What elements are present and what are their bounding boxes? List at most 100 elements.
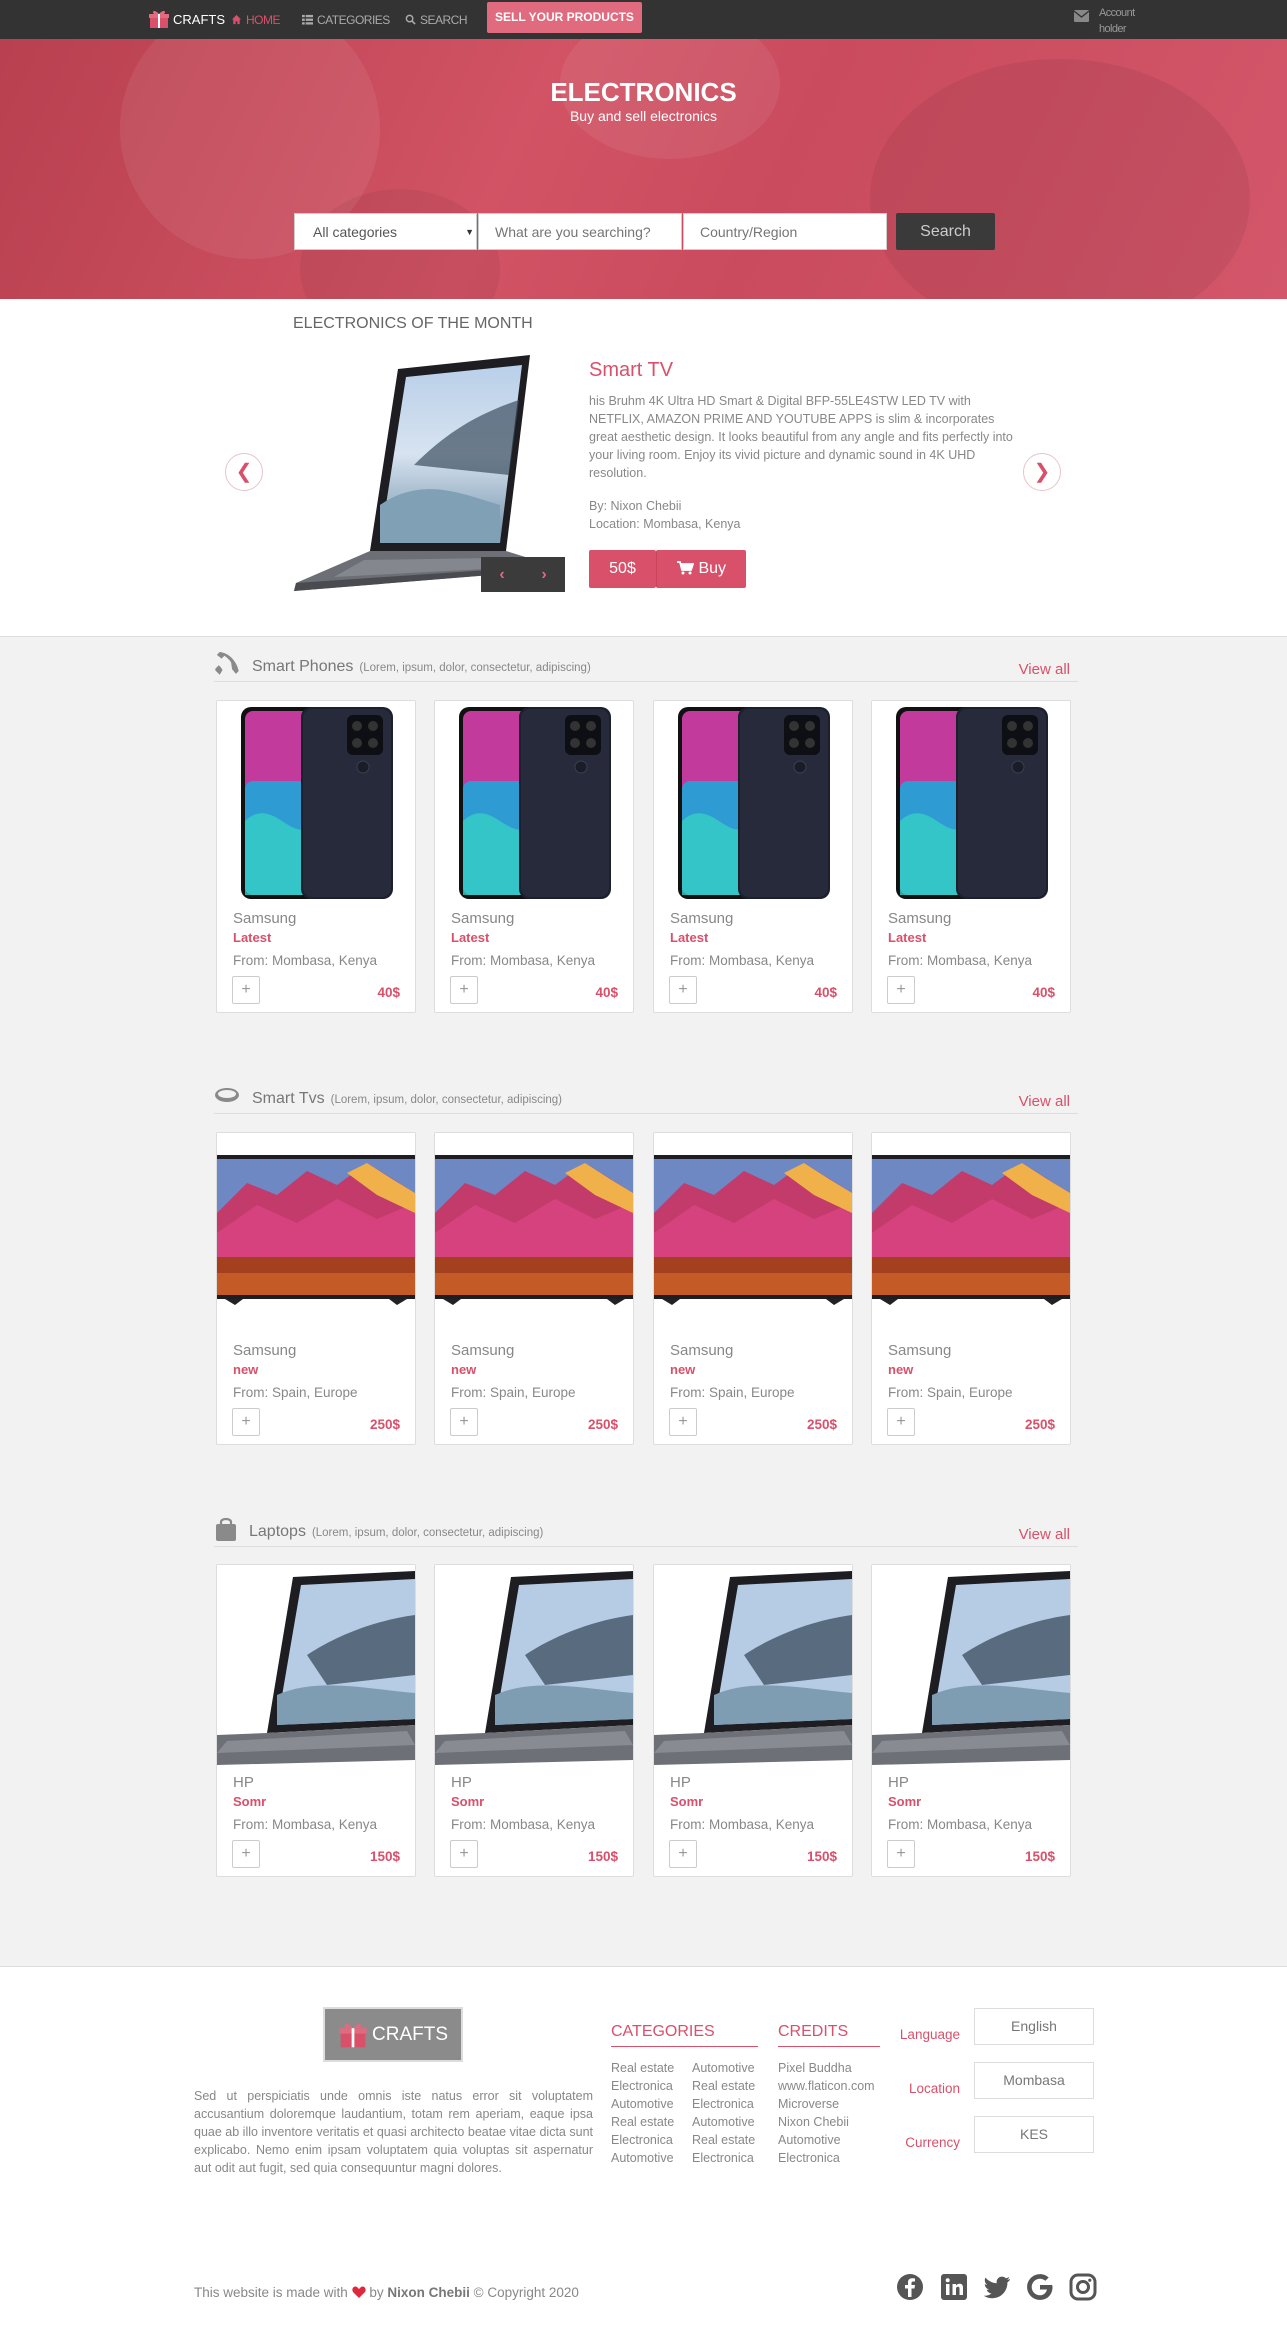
product-brand: HP bbox=[233, 1774, 254, 1791]
product-image bbox=[459, 707, 611, 899]
heart-icon bbox=[351, 2286, 366, 2298]
google-icon[interactable] bbox=[1025, 2272, 1055, 2302]
author-name[interactable]: Nixon Chebii bbox=[387, 2285, 470, 2300]
search-button[interactable]: Search bbox=[896, 213, 995, 250]
add-to-cart-button[interactable]: + bbox=[232, 1840, 260, 1868]
location-select[interactable]: Mombasa bbox=[974, 2062, 1094, 2099]
footer-credits-title: CREDITS bbox=[778, 2023, 880, 2047]
footer-link[interactable]: Pixel Buddha bbox=[778, 2059, 875, 2077]
footer-link[interactable]: Automotive bbox=[778, 2131, 875, 2149]
footer-link[interactable]: Nixon Chebii bbox=[778, 2113, 875, 2131]
carousel-next-button[interactable]: ❯ bbox=[1023, 453, 1061, 491]
add-to-cart-button[interactable]: + bbox=[450, 1408, 478, 1436]
linkedin-icon[interactable] bbox=[939, 2272, 969, 2302]
chevron-left-icon[interactable]: ‹ bbox=[499, 566, 504, 584]
gift-icon bbox=[149, 10, 169, 28]
product-card[interactable]: Samsung new From: Spain, Europe +250$ bbox=[434, 1132, 634, 1445]
product-card[interactable]: Samsung new From: Spain, Europe +250$ bbox=[216, 1132, 416, 1445]
footer-categories-title: CATEGORIES bbox=[611, 2023, 758, 2047]
add-to-cart-button[interactable]: + bbox=[669, 1408, 697, 1436]
footer-categories-list-2: Automotive Real estate Electronica Autom… bbox=[692, 2059, 755, 2167]
featured-description: his Bruhm 4K Ultra HD Smart & Digital BF… bbox=[589, 394, 1013, 480]
account-menu[interactable]: Account holder bbox=[1074, 6, 1135, 38]
product-price: 150$ bbox=[1024, 1849, 1055, 1864]
footer-link[interactable]: Real estate bbox=[611, 2059, 674, 2077]
view-all-link[interactable]: View all bbox=[1019, 1526, 1070, 1543]
phone-icon bbox=[215, 652, 239, 675]
copyright-suffix: © Copyright 2020 bbox=[473, 2285, 579, 2300]
account-line-2: holder bbox=[1099, 22, 1127, 35]
region-input[interactable] bbox=[683, 213, 887, 250]
product-price: 150$ bbox=[369, 1849, 400, 1864]
product-card[interactable]: Samsung Latest From: Mombasa, Kenya +40$ bbox=[653, 700, 853, 1013]
carousel-prev-button[interactable]: ❮ bbox=[225, 453, 263, 491]
add-to-cart-button[interactable]: + bbox=[669, 976, 697, 1004]
add-to-cart-button[interactable]: + bbox=[887, 1408, 915, 1436]
add-to-cart-button[interactable]: + bbox=[887, 1840, 915, 1868]
instagram-icon[interactable] bbox=[1068, 2272, 1098, 2302]
footer-link[interactable]: Automotive bbox=[611, 2095, 674, 2113]
category-select[interactable]: All categories ▼ bbox=[294, 213, 477, 250]
currency-label: Currency bbox=[905, 2135, 960, 2150]
footer-link[interactable]: Electronica bbox=[611, 2077, 674, 2095]
product-card[interactable]: Samsung new From: Spain, Europe +250$ bbox=[871, 1132, 1071, 1445]
image-slider-controls[interactable]: ‹ › bbox=[481, 557, 565, 592]
add-to-cart-button[interactable]: + bbox=[232, 976, 260, 1004]
footer-link[interactable]: Electronica bbox=[692, 2149, 755, 2167]
nav-home[interactable]: HOME bbox=[231, 0, 281, 39]
tv-icon bbox=[215, 1088, 239, 1102]
product-price: 150$ bbox=[806, 1849, 837, 1864]
view-all-link[interactable]: View all bbox=[1019, 1093, 1070, 1110]
footer-brand-name: CRAFTS bbox=[372, 2023, 448, 2045]
footer-link[interactable]: Real estate bbox=[692, 2131, 755, 2149]
product-price: 250$ bbox=[369, 1417, 400, 1432]
chevron-right-icon[interactable]: › bbox=[541, 566, 546, 584]
buy-button[interactable]: Buy bbox=[656, 550, 746, 588]
featured-price-button[interactable]: 50$ bbox=[589, 550, 656, 588]
add-to-cart-button[interactable]: + bbox=[450, 976, 478, 1004]
footer-link[interactable]: Automotive bbox=[611, 2149, 674, 2167]
product-tag: Latest bbox=[670, 930, 709, 945]
footer-logo[interactable]: CRAFTS bbox=[323, 2007, 463, 2062]
twitter-icon[interactable] bbox=[982, 2272, 1012, 2302]
footer-link[interactable]: Electronica bbox=[611, 2131, 674, 2149]
product-card[interactable]: HP Somr From: Mombasa, Kenya +150$ bbox=[871, 1564, 1071, 1877]
product-card[interactable]: Samsung Latest From: Mombasa, Kenya +40$ bbox=[871, 700, 1071, 1013]
product-brand: Samsung bbox=[888, 910, 952, 927]
footer-link[interactable]: Real estate bbox=[611, 2113, 674, 2131]
add-to-cart-button[interactable]: + bbox=[450, 1840, 478, 1868]
search-input[interactable] bbox=[478, 213, 682, 250]
add-to-cart-button[interactable]: + bbox=[887, 976, 915, 1004]
add-to-cart-button[interactable]: + bbox=[669, 1840, 697, 1868]
brand-logo[interactable]: CRAFTS bbox=[148, 6, 225, 32]
footer-credits-list: Pixel Buddha www.flaticon.com Microverse… bbox=[778, 2059, 875, 2167]
top-navbar: CRAFTS HOME CATEGORIES SEARCH SELL YOUR … bbox=[0, 0, 1287, 39]
product-card[interactable]: Samsung Latest From: Mombasa, Kenya +40$ bbox=[434, 700, 634, 1013]
language-select[interactable]: English bbox=[974, 2008, 1094, 2045]
nav-categories[interactable]: CATEGORIES bbox=[302, 0, 390, 39]
product-card[interactable]: HP Somr From: Mombasa, Kenya +150$ bbox=[434, 1564, 634, 1877]
footer-categories-list-1: Real estate Electronica Automotive Real … bbox=[611, 2059, 674, 2167]
page-subtitle: Buy and sell electronics bbox=[569, 108, 718, 124]
currency-select[interactable]: KES bbox=[974, 2116, 1094, 2153]
view-all-link[interactable]: View all bbox=[1019, 661, 1070, 678]
product-card[interactable]: HP Somr From: Mombasa, Kenya +150$ bbox=[216, 1564, 416, 1877]
product-card[interactable]: Samsung Latest From: Mombasa, Kenya +40$ bbox=[216, 700, 416, 1013]
product-brand: Samsung bbox=[233, 910, 297, 927]
footer-link[interactable]: www.flaticon.com bbox=[778, 2077, 875, 2095]
footer-link[interactable]: Real estate bbox=[692, 2077, 755, 2095]
product-card[interactable]: HP Somr From: Mombasa, Kenya +150$ bbox=[653, 1564, 853, 1877]
nav-search[interactable]: SEARCH bbox=[405, 0, 468, 39]
footer-link[interactable]: Automotive bbox=[692, 2059, 755, 2077]
footer-link[interactable]: Electronica bbox=[778, 2149, 875, 2167]
product-card[interactable]: Samsung new From: Spain, Europe +250$ bbox=[653, 1132, 853, 1445]
sell-products-button[interactable]: SELL YOUR PRODUCTS bbox=[487, 2, 642, 33]
add-to-cart-button[interactable]: + bbox=[232, 1408, 260, 1436]
featured-title[interactable]: Smart TV bbox=[589, 359, 673, 382]
footer-link[interactable]: Electronica bbox=[692, 2095, 755, 2113]
footer-link[interactable]: Automotive bbox=[692, 2113, 755, 2131]
caret-down-icon: ▼ bbox=[465, 227, 474, 237]
footer-link[interactable]: Microverse bbox=[778, 2095, 875, 2113]
facebook-icon[interactable] bbox=[895, 2272, 925, 2302]
footer-about: Sed ut perspiciatis unde omnis iste natu… bbox=[194, 2089, 593, 2175]
